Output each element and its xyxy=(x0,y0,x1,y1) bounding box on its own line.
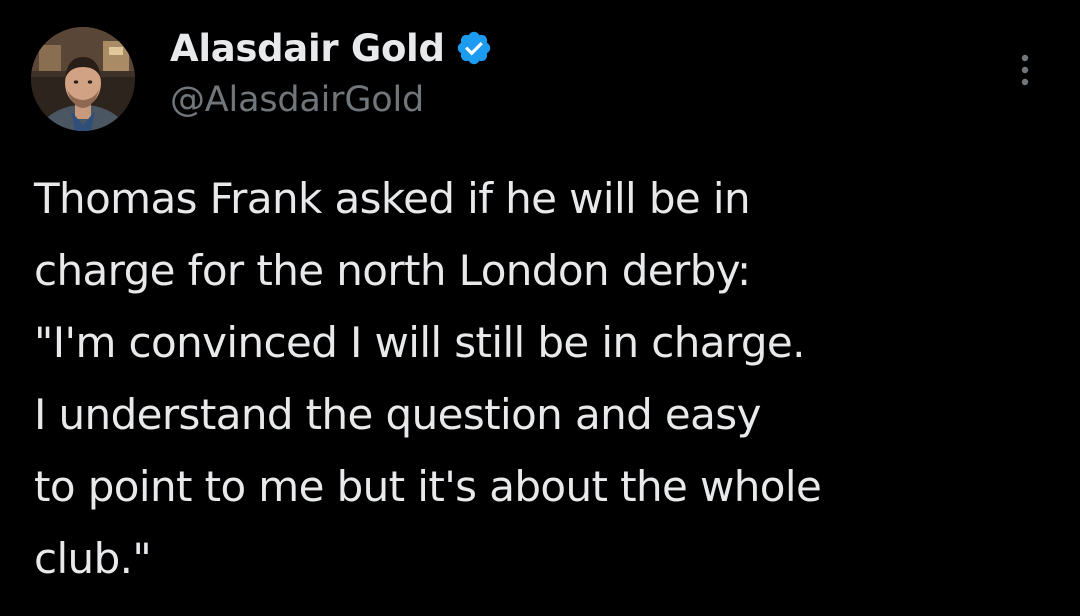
post-text-line: "I'm convinced I will still be in charge… xyxy=(34,318,805,367)
post-text-line: charge for the north London derby: xyxy=(34,246,751,295)
more-vertical-icon xyxy=(1021,54,1029,86)
post-text: Thomas Frank asked if he will be in char… xyxy=(34,163,1044,595)
author-display-name[interactable]: Alasdair Gold xyxy=(170,27,445,70)
post-text-line: club." xyxy=(34,534,152,583)
post-text-line: to point to me but it's about the whole xyxy=(34,462,822,511)
more-options-button[interactable] xyxy=(1005,50,1045,90)
author-name-row: Alasdair Gold xyxy=(170,22,493,74)
verified-badge-icon[interactable] xyxy=(455,29,493,67)
post-text-line: I understand the question and easy xyxy=(34,390,761,439)
avatar[interactable] xyxy=(31,27,135,131)
author-handle[interactable]: @AlasdairGold xyxy=(170,80,424,120)
avatar-photo xyxy=(31,27,135,131)
post-text-line: Thomas Frank asked if he will be in xyxy=(34,174,751,223)
tweet: Alasdair Gold @AlasdairGold Thomas Frank… xyxy=(0,0,1080,616)
